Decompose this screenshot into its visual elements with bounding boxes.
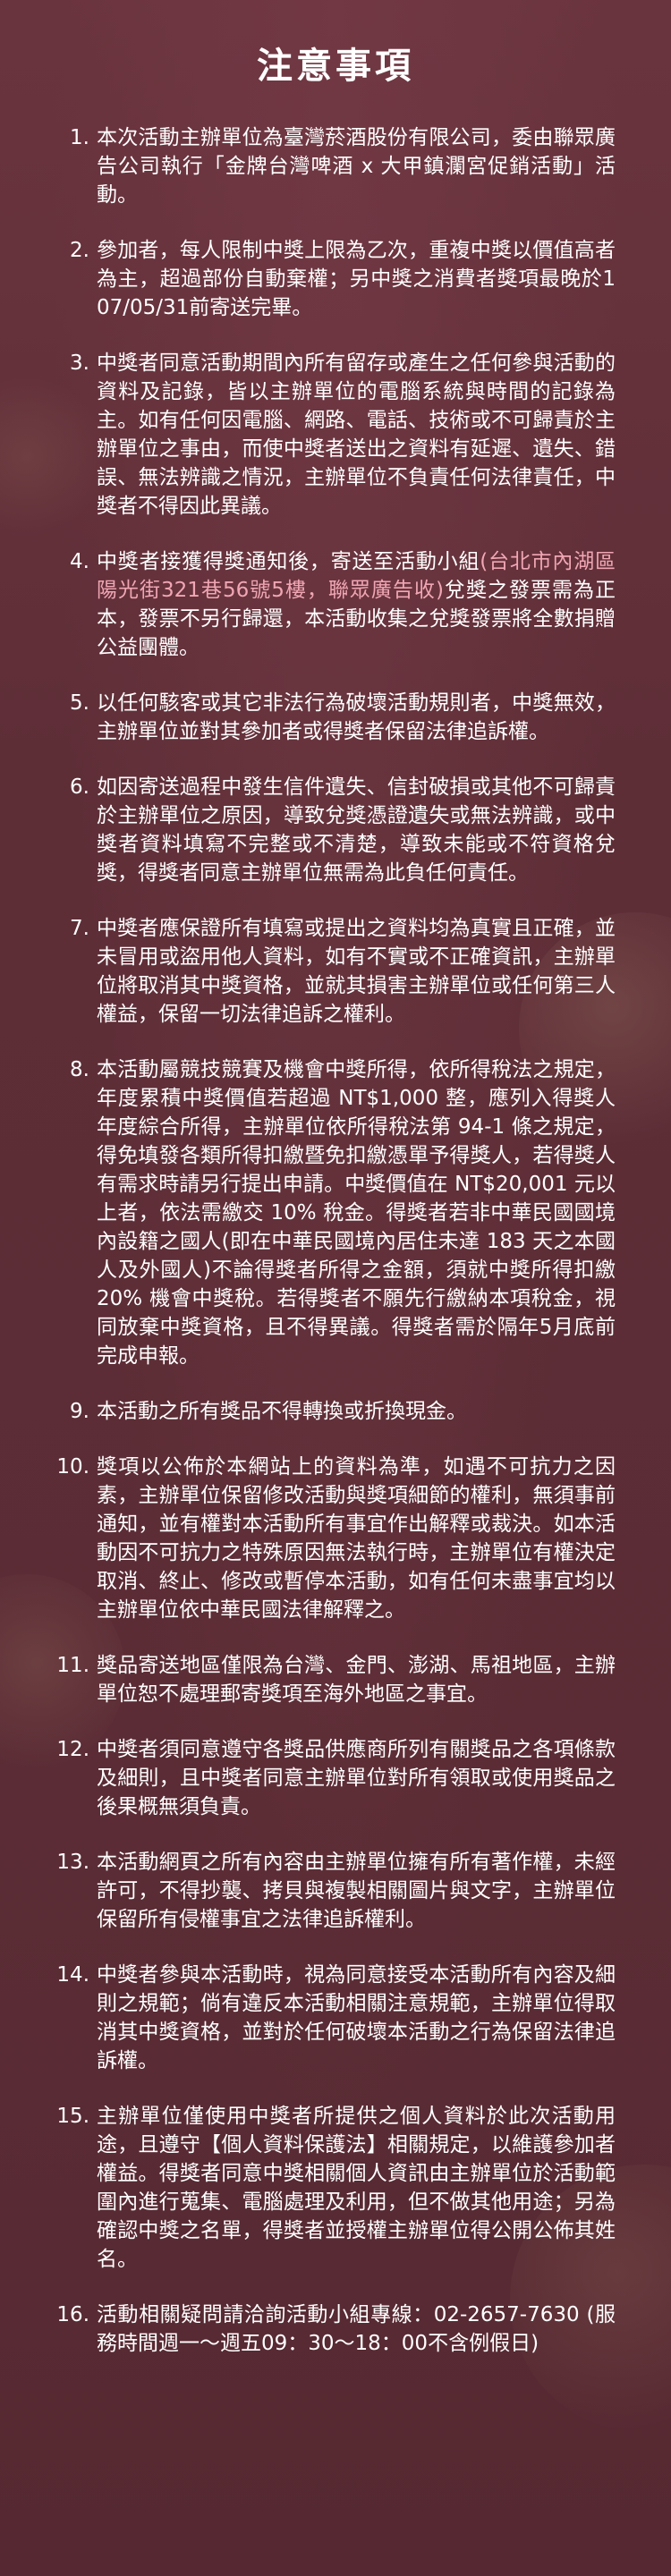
rule-number: 2.	[70, 239, 89, 262]
rule-item: 6. 如因寄送過程中發生信件遺失、信封破損或其他不可歸責於主辦單位之原因，導致兌…	[48, 773, 616, 887]
page-title: 注意事項	[257, 46, 414, 87]
rule-text: 中獎者應保證所有填寫或提出之資料均為真實且正確，並未冒用或盜用他人資料，如有不實…	[97, 917, 616, 1026]
rule-item: 1. 本次活動主辦單位為臺灣菸酒股份有限公司，委由聯眾廣告公司執行「金牌台灣啤酒…	[48, 123, 616, 209]
rule-number: 4.	[70, 550, 89, 573]
rule-item: 7. 中獎者應保證所有填寫或提出之資料均為真實且正確，並未冒用或盜用他人資料，如…	[48, 914, 616, 1029]
rule-text: 本活動網頁之所有內容由主辦單位擁有所有著作權，未經許可，不得抄襲、拷貝與複製相關…	[97, 1851, 616, 1931]
rule-text: 以任何駭客或其它非法行為破壞活動規則者，中獎無效，主辦單位並對其參加者或得獎者保…	[97, 691, 616, 743]
rule-number: 1.	[70, 126, 89, 149]
rule-text: 本次活動主辦單位為臺灣菸酒股份有限公司，委由聯眾廣告公司執行「金牌台灣啤酒 x …	[97, 126, 616, 207]
rule-text: 獎品寄送地區僅限為台灣、金門、澎湖、馬祖地區，主辦單位恕不處理郵寄獎項至海外地區…	[97, 1654, 616, 1706]
rule-number: 16.	[56, 2303, 89, 2326]
rule-item: 3. 中獎者同意活動期間內所有留存或產生之任何參與活動的資料及記錄，皆以主辦單位…	[48, 349, 616, 521]
rule-text: 本活動屬競技競賽及機會中獎所得，依所得稅法之規定，年度累積中獎價值若超過 NT$…	[97, 1058, 616, 1368]
rule-text: 中獎者同意活動期間內所有留存或產生之任何參與活動的資料及記錄，皆以主辦單位的電腦…	[97, 352, 616, 518]
rule-number: 10.	[56, 1455, 89, 1479]
rule-number: 6.	[70, 775, 89, 799]
rule-number: 7.	[70, 917, 89, 940]
rule-text: 中獎者接獲得獎通知後，寄送至活動小組(台北市內湖區陽光街321巷56號5樓，聯眾…	[97, 547, 616, 662]
rule-item: 13. 本活動網頁之所有內容由主辦單位擁有所有著作權，未經許可，不得抄襲、拷貝與…	[48, 1848, 616, 1934]
rule-number: 9.	[70, 1400, 89, 1423]
rule-item: 5. 以任何駭客或其它非法行為破壞活動規則者，中獎無效，主辦單位並對其參加者或得…	[48, 689, 616, 746]
rule-text: 活動相關疑問請洽詢活動小組專線：02-2657-7630 (服務時間週一～週五0…	[97, 2303, 616, 2355]
rule-item: 16. 活動相關疑問請洽詢活動小組專線：02-2657-7630 (服務時間週一…	[48, 2301, 616, 2358]
rules-page: 注意事項 1. 本次活動主辦單位為臺灣菸酒股份有限公司，委由聯眾廣告公司執行「金…	[0, 0, 671, 2576]
rule-item: 15. 主辦單位僅使用中獎者所提供之個人資料於此次活動用途，且遵守【個人資料保護…	[48, 2102, 616, 2274]
rule-number: 3.	[70, 352, 89, 375]
rule-item: 11. 獎品寄送地區僅限為台灣、金門、澎湖、馬祖地區，主辦單位恕不處理郵寄獎項至…	[48, 1651, 616, 1708]
rule-item: 4. 中獎者接獲得獎通知後，寄送至活動小組(台北市內湖區陽光街321巷56號5樓…	[48, 547, 616, 662]
rule-item: 2. 參加者，每人限制中獎上限為乙次，重複中獎以價值高者為主，超過部份自動棄權；…	[48, 236, 616, 322]
rule-text: 中獎者參與本活動時，視為同意接受本活動所有內容及細則之規範；倘有違反本活動相關注…	[97, 1963, 616, 2072]
rule-text-before: 中獎者接獲得獎通知後，寄送至活動小組	[97, 550, 480, 573]
rule-text: 參加者，每人限制中獎上限為乙次，重複中獎以價值高者為主，超過部份自動棄權；另中獎…	[97, 239, 616, 319]
rule-item: 12. 中獎者須同意遵守各獎品供應商所列有關獎品之各項條款及細則，且中獎者同意主…	[48, 1735, 616, 1821]
rule-text: 中獎者須同意遵守各獎品供應商所列有關獎品之各項條款及細則，且中獎者同意主辦單位對…	[97, 1738, 616, 1818]
rule-item: 14. 中獎者參與本活動時，視為同意接受本活動所有內容及細則之規範；倘有違反本活…	[48, 1961, 616, 2075]
rule-text: 如因寄送過程中發生信件遺失、信封破損或其他不可歸責於主辦單位之原因，導致兌獎憑證…	[97, 775, 616, 885]
rule-number: 12.	[56, 1738, 89, 1761]
rule-item: 8. 本活動屬競技競賽及機會中獎所得，依所得稅法之規定，年度累積中獎價值若超過 …	[48, 1055, 616, 1370]
rule-item: 10. 獎項以公佈於本網站上的資料為準，如遇不可抗力之因素，主辦單位保留修改活動…	[48, 1453, 616, 1624]
rule-text: 本活動之所有獎品不得轉換或折換現金。	[97, 1400, 467, 1423]
rule-number: 5.	[70, 691, 89, 715]
rule-number: 13.	[56, 1851, 89, 1874]
rule-number: 15.	[56, 2105, 89, 2128]
rule-number: 11.	[56, 1654, 89, 1677]
rule-item: 9. 本活動之所有獎品不得轉換或折換現金。	[48, 1397, 616, 1426]
rule-number: 14.	[56, 1963, 89, 1987]
rules-list: 1. 本次活動主辦單位為臺灣菸酒股份有限公司，委由聯眾廣告公司執行「金牌台灣啤酒…	[0, 123, 671, 2358]
rule-text: 主辦單位僅使用中獎者所提供之個人資料於此次活動用途，且遵守【個人資料保護法】相關…	[97, 2105, 616, 2271]
rule-text: 獎項以公佈於本網站上的資料為準，如遇不可抗力之因素，主辦單位保留修改活動與獎項細…	[97, 1455, 616, 1622]
rule-number: 8.	[70, 1058, 89, 1081]
